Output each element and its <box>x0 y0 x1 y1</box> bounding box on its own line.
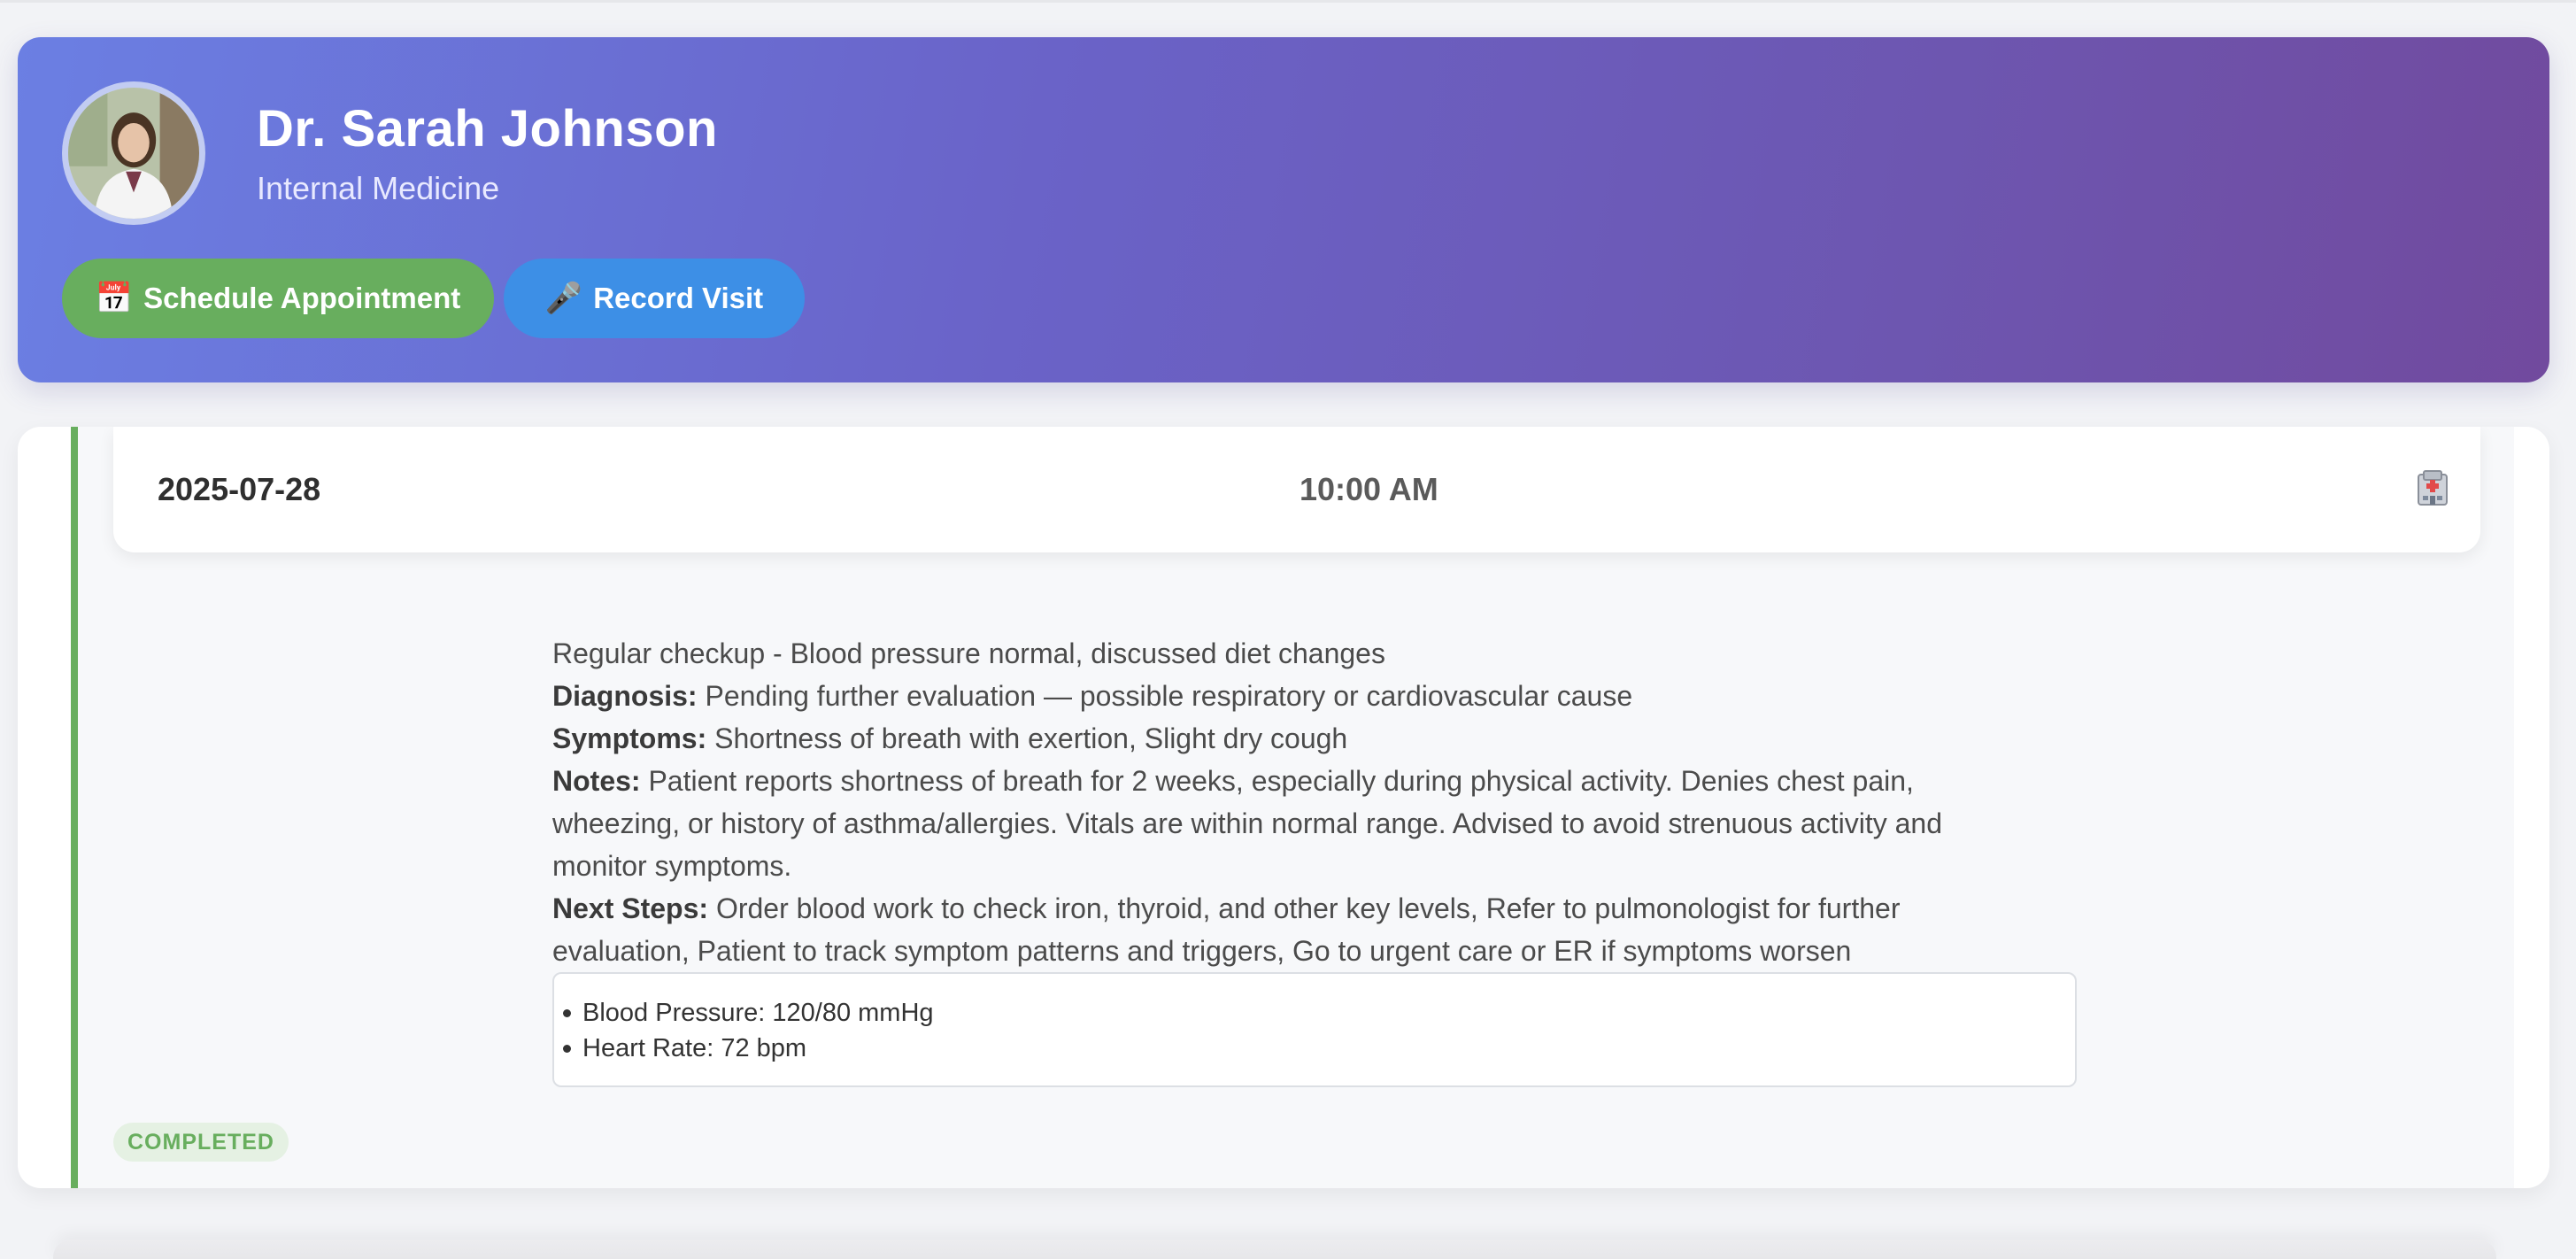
notes-line: Notes: Patient reports shortness of brea… <box>552 760 2004 887</box>
symptoms-line: Symptoms: Shortness of breath with exert… <box>552 717 2004 760</box>
doctor-header: Dr. Sarah Johnson Internal Medicine 📅 Sc… <box>18 37 2549 382</box>
schedule-appointment-button[interactable]: 📅 Schedule Appointment <box>62 259 494 338</box>
record-visit-label: Record Visit <box>593 282 764 314</box>
visit-record-card: 2025-07-28 10:00 AM Regular checkup - Bl… <box>18 427 2549 1188</box>
visit-date: 2025-07-28 <box>158 471 321 507</box>
next-steps-line: Next Steps: Order blood work to check ir… <box>552 887 2004 972</box>
diagnosis-label: Diagnosis: <box>552 680 698 712</box>
top-divider <box>0 0 2576 3</box>
visit-record-body: 2025-07-28 10:00 AM Regular checkup - Bl… <box>71 427 2514 1188</box>
symptoms-value: Shortness of breath with exertion, Sligh… <box>714 722 1348 754</box>
diagnosis-line: Diagnosis: Pending further evaluation — … <box>552 675 2004 717</box>
doctor-name: Dr. Sarah Johnson <box>257 100 718 158</box>
vital-item: Blood Pressure: 120/80 mmHg <box>563 995 2075 1031</box>
next-steps-value: Order blood work to check iron, thyroid,… <box>552 892 1901 967</box>
doctor-specialty: Internal Medicine <box>257 170 500 206</box>
notes-value: Patient reports shortness of breath for … <box>552 765 1942 882</box>
visit-details: Regular checkup - Blood pressure normal,… <box>552 632 2004 972</box>
doctor-photo <box>68 88 199 219</box>
visit-time: 10:00 AM <box>1300 471 1438 507</box>
diagnosis-value: Pending further evaluation — possible re… <box>705 680 1633 712</box>
next-record-card-edge <box>53 1240 2496 1259</box>
calendar-icon: 📅 <box>95 282 134 315</box>
next-steps-label: Next Steps: <box>552 892 709 924</box>
doctor-avatar <box>62 81 205 225</box>
schedule-appointment-label: Schedule Appointment <box>143 282 461 314</box>
notes-label: Notes: <box>552 765 641 797</box>
status-badge: COMPLETED <box>113 1123 289 1162</box>
microphone-icon: 🎤 <box>544 282 583 315</box>
vitals-list: Blood Pressure: 120/80 mmHg Heart Rate: … <box>552 972 2077 1087</box>
hospital-icon <box>2415 469 2450 506</box>
symptoms-label: Symptoms: <box>552 722 707 754</box>
visit-summary: Regular checkup - Blood pressure normal,… <box>552 637 1385 669</box>
record-visit-button[interactable]: 🎤 Record Visit <box>504 259 805 338</box>
visit-header[interactable]: 2025-07-28 10:00 AM <box>113 427 2480 552</box>
vital-item: Heart Rate: 72 bpm <box>563 1031 2075 1066</box>
